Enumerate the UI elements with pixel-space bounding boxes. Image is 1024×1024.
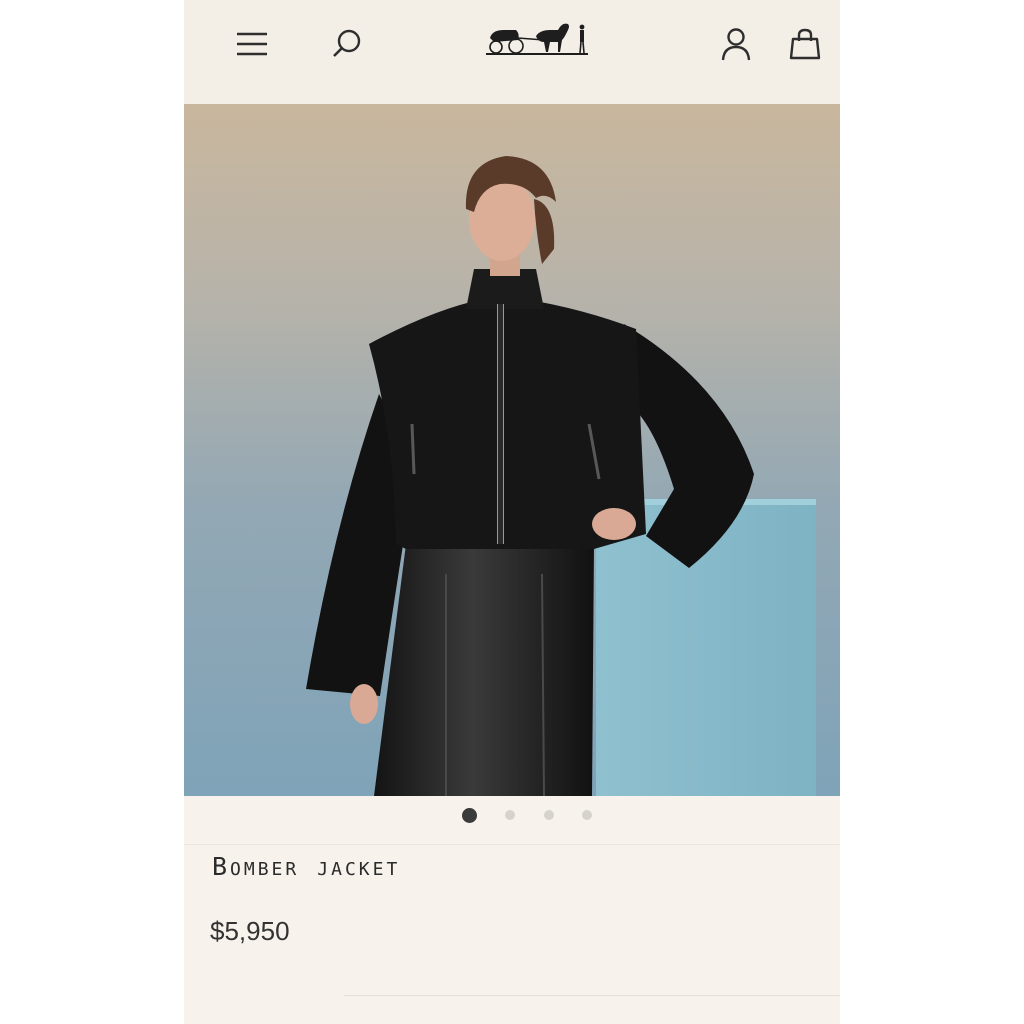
- menu-button[interactable]: [230, 22, 274, 66]
- site-header: [184, 0, 840, 105]
- bottom-divider: [344, 995, 840, 996]
- search-button[interactable]: [325, 22, 369, 66]
- bag-button[interactable]: [783, 22, 827, 66]
- shopping-bag-icon: [789, 28, 821, 60]
- product-page: Bomber jacket $5,950: [184, 0, 840, 1024]
- carousel-dot-3[interactable]: [544, 810, 554, 820]
- carousel-dot-4[interactable]: [582, 810, 592, 820]
- account-button[interactable]: [714, 22, 758, 66]
- carousel-dots: [184, 806, 840, 826]
- section-divider: [184, 844, 840, 845]
- menu-icon: [235, 30, 269, 58]
- search-icon: [331, 28, 363, 60]
- carousel-dot-1[interactable]: [462, 808, 477, 823]
- product-price: $5,950: [210, 916, 290, 946]
- user-icon: [720, 27, 752, 61]
- carousel-dot-2[interactable]: [505, 810, 515, 820]
- carriage-logo[interactable]: [484, 18, 592, 60]
- product-title: Bomber jacket: [212, 852, 401, 881]
- product-photo[interactable]: [184, 104, 840, 796]
